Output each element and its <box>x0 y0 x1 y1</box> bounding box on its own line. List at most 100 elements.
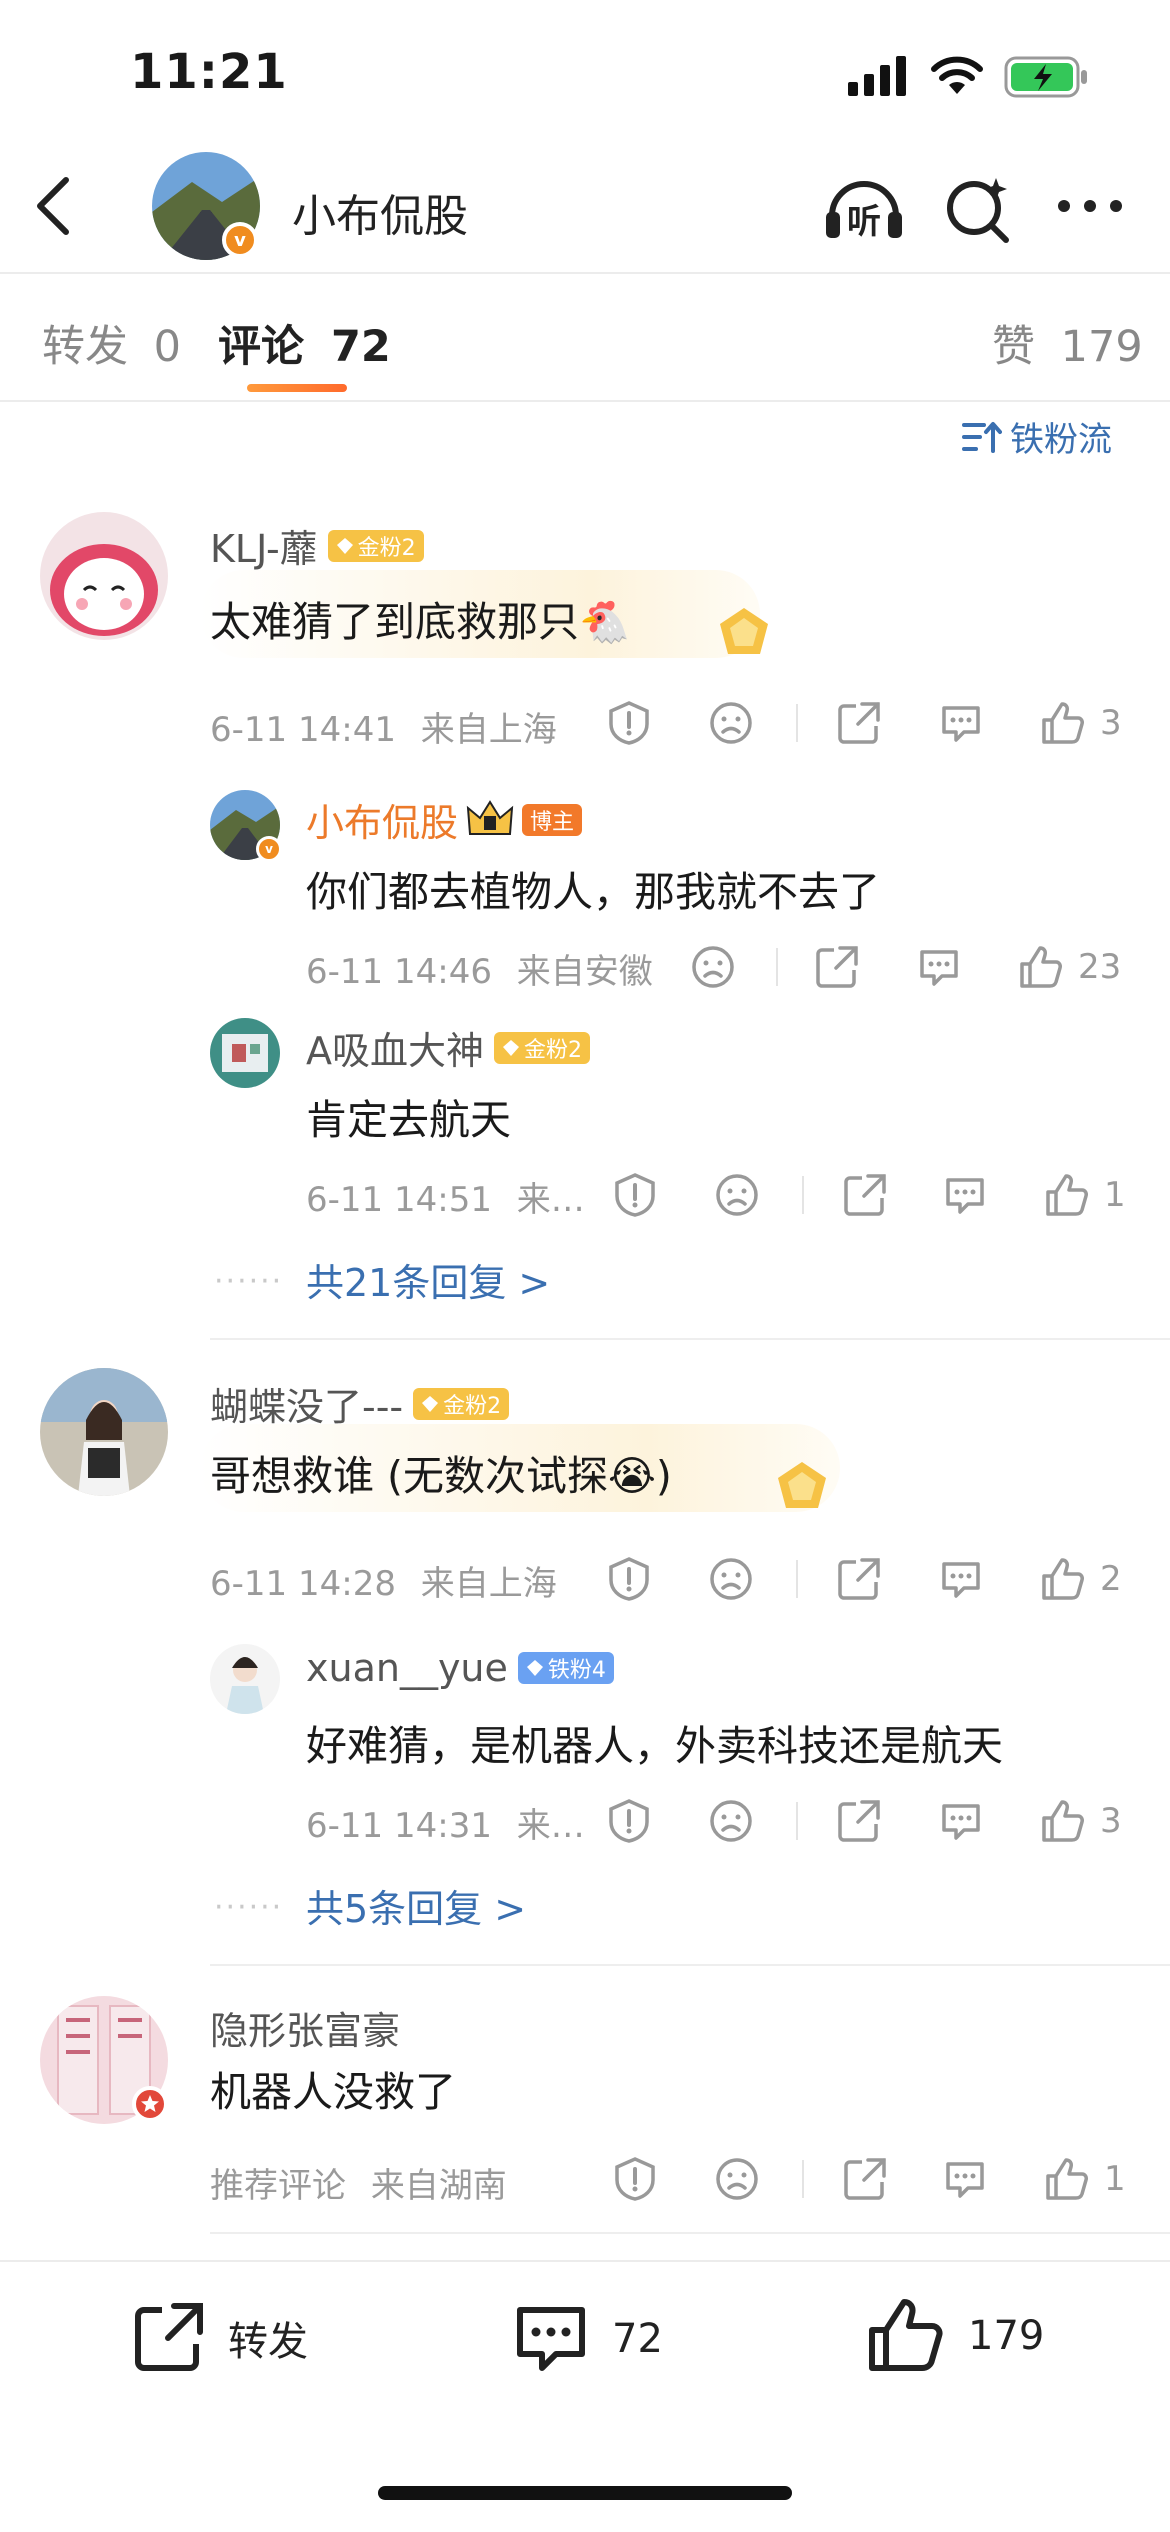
more-replies-link[interactable]: 共21条回复 > <box>306 1252 550 1307</box>
like-count: 3 <box>1100 1801 1122 1841</box>
repost-button[interactable]: 转发 <box>130 2300 308 2376</box>
header-title[interactable]: 小布侃股 <box>292 180 468 244</box>
like-count: 179 <box>968 2313 1045 2359</box>
comment-username[interactable]: 隐形张富豪 <box>210 2009 400 2053</box>
fan-badge-label: 金粉2 <box>357 535 416 561</box>
listen-button[interactable]: 听 <box>822 172 906 244</box>
sort-button[interactable]: 铁粉流 <box>962 412 1112 461</box>
comment-header: KLJ-蘼 金粉2 <box>210 518 424 573</box>
reply-time: 6-11 14:31 <box>306 1806 492 1846</box>
like-icon <box>1042 1558 1084 1600</box>
reply-username[interactable]: A吸血大神 <box>306 1020 484 1075</box>
dislike-icon[interactable] <box>690 944 736 990</box>
more-replies-link[interactable]: 共5条回复 > <box>306 1878 526 1933</box>
share-icon[interactable] <box>814 944 860 990</box>
fan-badge-label: 铁粉4 <box>547 1658 606 1683</box>
comment-divider <box>210 2232 1170 2234</box>
dislike-icon[interactable] <box>714 1172 760 1218</box>
diamond-icon <box>422 1395 439 1412</box>
reply-avatar[interactable] <box>210 1018 280 1088</box>
report-icon[interactable] <box>612 2156 658 2202</box>
comment-meta: 推荐评论 来自湖南 <box>210 2158 507 2207</box>
comment-count: 72 <box>612 2316 663 2362</box>
diamond-icon <box>336 537 353 554</box>
comment-username[interactable]: KLJ-蘼 <box>210 518 318 573</box>
repost-label: 转发 <box>228 2319 308 2365</box>
share-icon[interactable] <box>836 700 882 746</box>
tab-comments[interactable]: 评论 72 <box>218 312 391 374</box>
like-count: 2 <box>1100 1559 1122 1599</box>
bottom-like-button[interactable]: 179 <box>866 2296 1044 2376</box>
reply-username[interactable]: 小布侃股 <box>306 792 458 847</box>
report-icon[interactable] <box>612 1172 658 1218</box>
reply-header: 小布侃股 博主 <box>306 792 583 847</box>
reply-icon[interactable] <box>938 1798 984 1844</box>
dislike-icon[interactable] <box>714 2156 760 2202</box>
reply-icon[interactable] <box>916 944 962 990</box>
share-icon[interactable] <box>842 2156 888 2202</box>
action-divider <box>796 704 798 742</box>
back-button[interactable] <box>30 176 78 236</box>
share-icon[interactable] <box>836 1556 882 1602</box>
battery-icon <box>1004 56 1090 98</box>
dislike-icon[interactable] <box>708 1798 754 1844</box>
reply-time: 6-11 14:46 <box>306 952 492 992</box>
comment-avatar[interactable] <box>40 512 168 640</box>
like-button[interactable]: 2 <box>1040 1556 1122 1602</box>
status-time: 11:21 <box>130 44 288 100</box>
reply-text: 肯定去航天 <box>306 1096 511 1144</box>
like-button[interactable]: 23 <box>1018 944 1121 990</box>
comment-time: 6-11 14:28 <box>210 1564 396 1604</box>
action-divider <box>802 1176 804 1214</box>
report-icon[interactable] <box>606 700 652 746</box>
comment-text: 哥想救谁 (无数次试探😭) <box>210 1452 672 1500</box>
comment-username[interactable]: 蝴蝶没了--- <box>210 1376 403 1431</box>
dislike-icon[interactable] <box>708 1556 754 1602</box>
reply-avatar[interactable] <box>210 1644 280 1714</box>
listen-icon-label: 听 <box>847 202 881 242</box>
action-divider <box>802 2160 804 2198</box>
gold-medal-icon <box>770 1458 834 1514</box>
comment-text: 太难猜了到底救那只🐔 <box>210 598 631 646</box>
like-button[interactable]: 1 <box>1044 2156 1126 2202</box>
signal-icon <box>848 56 910 96</box>
more-icon[interactable] <box>1056 196 1126 216</box>
comment-meta: 6-11 14:41 来自上海 <box>210 702 557 751</box>
like-button[interactable]: 1 <box>1044 1172 1126 1218</box>
share-icon[interactable] <box>842 1172 888 1218</box>
like-button[interactable]: 3 <box>1040 1798 1122 1844</box>
fan-badge: 金粉2 <box>494 1031 590 1064</box>
comment-button[interactable]: 72 <box>512 2300 663 2378</box>
report-icon[interactable] <box>606 1798 652 1844</box>
comment-avatar[interactable] <box>40 1368 168 1496</box>
reply-location: 来… <box>516 1806 585 1846</box>
comment-location: 来自湖南 <box>370 2166 507 2206</box>
diamond-icon <box>503 1039 519 1056</box>
reply-location: 来自安徽 <box>516 952 653 992</box>
tab-repost[interactable]: 转发 0 <box>42 312 181 374</box>
tab-likes[interactable]: 赞 179 <box>992 312 1143 374</box>
reply-meta: 6-11 14:46 来自安徽 <box>306 944 653 993</box>
reply-icon[interactable] <box>942 1172 988 1218</box>
comment-text: 机器人没救了 <box>210 2068 456 2116</box>
reply-icon[interactable] <box>942 2156 988 2202</box>
reply-icon[interactable] <box>938 700 984 746</box>
report-icon[interactable] <box>606 1556 652 1602</box>
like-button[interactable]: 3 <box>1040 700 1122 746</box>
comment-divider <box>210 1338 1170 1340</box>
crown-icon <box>466 799 514 835</box>
like-icon <box>1046 2158 1088 2200</box>
like-icon <box>1042 1800 1084 1842</box>
share-icon[interactable] <box>836 1798 882 1844</box>
like-icon <box>1046 1174 1088 1216</box>
reply-icon[interactable] <box>938 1556 984 1602</box>
reply-username[interactable]: xuan__yue <box>306 1646 508 1690</box>
like-count: 1 <box>1104 2159 1126 2199</box>
comment-time: 6-11 14:41 <box>210 710 396 750</box>
search-icon[interactable] <box>944 172 1014 244</box>
tab-active-indicator <box>247 384 347 392</box>
action-divider <box>796 1560 798 1598</box>
fan-badge-label: 金粉2 <box>524 1037 582 1063</box>
dislike-icon[interactable] <box>708 700 754 746</box>
replies-dots: ······ <box>214 1890 284 1925</box>
